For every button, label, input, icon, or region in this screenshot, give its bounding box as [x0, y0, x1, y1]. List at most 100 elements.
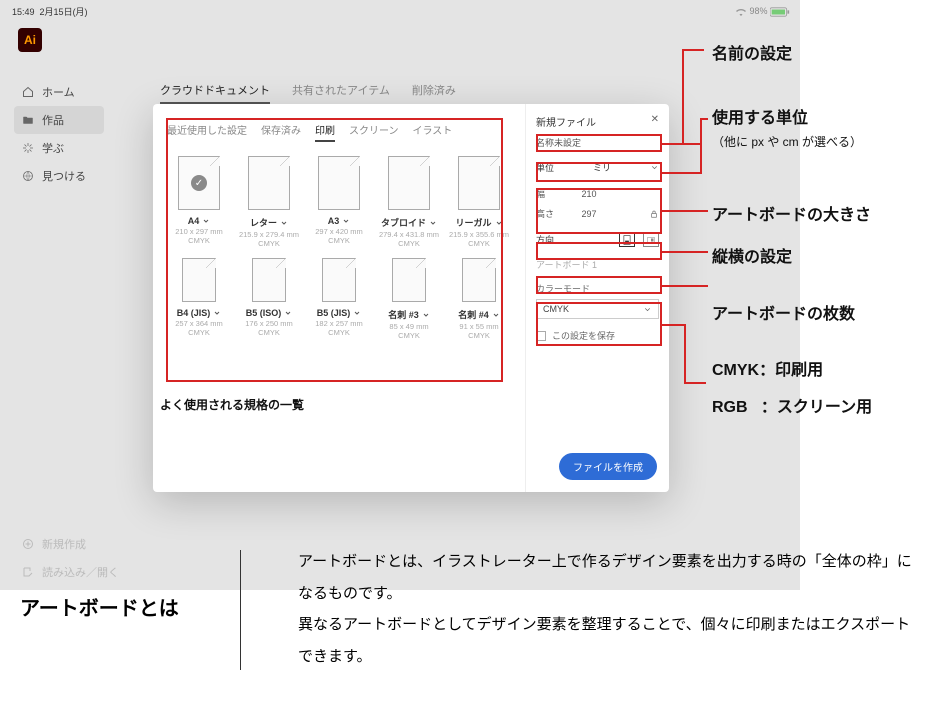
preset-name: レター [250, 216, 277, 229]
chevron-down-icon [353, 309, 361, 317]
height-field[interactable]: 高さ [536, 204, 659, 224]
anno-unit-sub: （他に px や cm が選べる） [712, 133, 862, 150]
orient-landscape-button[interactable] [643, 233, 659, 247]
preset-dim: 215.9 x 355.6 mm [447, 230, 511, 239]
chevron-down-icon [495, 219, 503, 227]
width-field[interactable]: 幅 [536, 184, 659, 204]
artboard-count-input[interactable] [536, 260, 659, 270]
lock-icon[interactable] [649, 209, 659, 219]
preset-thumb [252, 258, 286, 302]
close-icon[interactable]: ✕ [651, 114, 659, 129]
sidebar-item-open[interactable]: 読み込み／開く [14, 558, 127, 586]
preset-thumb [322, 258, 356, 302]
colormode-select[interactable]: CMYK [536, 299, 659, 319]
plus-circle-icon [22, 538, 34, 550]
sidebar-item-label: 読み込み／開く [42, 564, 119, 580]
preset-item[interactable]: リーガル215.9 x 355.6 mmCMYK [447, 156, 511, 248]
explain-divider [240, 550, 241, 670]
leader-cmode [662, 324, 686, 326]
orient-portrait-button[interactable] [619, 233, 635, 247]
sidebar-item-works[interactable]: 作品 [14, 106, 104, 134]
preset-tab-screen[interactable]: スクリーン [349, 122, 399, 142]
preset-item[interactable]: ✓A4210 x 297 mmCMYK [167, 156, 231, 248]
preset-item[interactable]: B4 (JIS)257 x 364 mmCMYK [167, 258, 231, 340]
preset-mode: CMYK [307, 236, 371, 245]
width-input[interactable] [564, 189, 614, 199]
tab-deleted[interactable]: 削除済み [412, 82, 456, 104]
preset-item[interactable]: A3297 x 420 mmCMYK [307, 156, 371, 248]
preset-item[interactable]: 名刺 #491 x 55 mmCMYK [447, 258, 511, 340]
caption-presets: よく使用される規格の一覧 [160, 396, 304, 413]
sidebar-item-label: 見つける [42, 168, 86, 184]
preset-mode: CMYK [167, 328, 231, 337]
preset-item[interactable]: 名刺 #385 x 49 mmCMYK [377, 258, 441, 340]
preset-name: B4 (JIS) [177, 308, 211, 318]
preset-dim: 257 x 364 mm [167, 319, 231, 328]
battery-icon [770, 7, 790, 17]
preset-thumb [462, 258, 496, 302]
height-label: 高さ [536, 207, 556, 220]
preset-mode: CMYK [167, 236, 231, 245]
chevron-down-icon [284, 309, 292, 317]
preset-thumb [248, 156, 290, 210]
preset-dim: 91 x 55 mm [447, 322, 511, 331]
unit-label: 単位 [536, 161, 554, 174]
anno-unit: 使用する単位 [712, 104, 808, 128]
sidebar-item-label: 学ぶ [42, 140, 64, 156]
orientation-field: 方向 [536, 230, 659, 250]
tab-cloud-docs[interactable]: クラウドドキュメント [160, 82, 270, 104]
height-input[interactable] [564, 209, 614, 219]
sidebar: ホーム 作品 学ぶ 見つける [14, 78, 104, 190]
sidebar-item-label: 新規作成 [42, 536, 86, 552]
sidebar-item-discover[interactable]: 見つける [14, 162, 104, 190]
preset-item[interactable]: B5 (ISO)176 x 250 mmCMYK [237, 258, 301, 340]
tab-shared[interactable]: 共有されたアイテム [292, 82, 390, 104]
check-icon: ✓ [191, 175, 207, 191]
sidebar-item-home[interactable]: ホーム [14, 78, 104, 106]
spark-icon [22, 142, 34, 154]
save-settings-checkbox[interactable]: この設定を保存 [536, 329, 659, 342]
battery-pct: 98% [749, 6, 767, 16]
preset-thumb [182, 258, 216, 302]
preset-dim: 297 x 420 mm [307, 227, 371, 236]
chevron-down-icon [429, 219, 437, 227]
sidebar-item-learn[interactable]: 学ぶ [14, 134, 104, 162]
leader-unit-h [700, 118, 708, 120]
checkbox-box[interactable] [536, 331, 546, 341]
anno-cmode2: RGB ：スクリーン用 [712, 393, 872, 417]
preset-name: A3 [328, 216, 340, 226]
home-tabs: クラウドドキュメント 共有されたアイテム 削除済み [160, 82, 456, 104]
leader-count [662, 285, 708, 287]
name-field[interactable] [536, 137, 659, 148]
preset-dim: 176 x 250 mm [237, 319, 301, 328]
preset-mode: CMYK [237, 239, 301, 248]
preset-dim: 210 x 297 mm [167, 227, 231, 236]
chevron-down-icon [280, 219, 288, 227]
preset-name: B5 (ISO) [246, 308, 282, 318]
name-input[interactable] [536, 137, 659, 147]
preset-item[interactable]: タブロイド279.4 x 431.8 mmCMYK [377, 156, 441, 248]
portrait-icon [623, 235, 631, 245]
colormode-value: CMYK [543, 304, 569, 314]
preset-tab-saved[interactable]: 保存済み [261, 122, 301, 142]
create-file-button[interactable]: ファイルを作成 [559, 453, 657, 480]
sidebar-item-label: 作品 [42, 112, 64, 128]
preset-item[interactable]: レター215.9 x 279.4 mmCMYK [237, 156, 301, 248]
sidebar-item-new[interactable]: 新規作成 [14, 530, 127, 558]
preset-mode: CMYK [237, 328, 301, 337]
sidebar-bottom: 新規作成 読み込み／開く [14, 530, 127, 586]
preset-item[interactable]: B5 (JIS)182 x 257 mmCMYK [307, 258, 371, 340]
unit-select[interactable]: 単位 ミリ [536, 158, 659, 178]
chevron-down-icon [422, 311, 430, 319]
presets-grid: ✓A4210 x 297 mmCMYKレター215.9 x 279.4 mmCM… [167, 156, 511, 340]
preset-tab-recent[interactable]: 最近使用した設定 [167, 122, 247, 142]
preset-tab-illust[interactable]: イラスト [413, 122, 453, 142]
preset-tab-print[interactable]: 印刷 [315, 122, 335, 142]
preset-name: タブロイド [381, 216, 426, 229]
artboard-count-field[interactable] [536, 260, 659, 271]
explain-body: アートボードとは、イラストレーター上で作るデザイン要素を出力する時の「全体の枠」… [298, 546, 918, 672]
preset-dim: 215.9 x 279.4 mm [237, 230, 301, 239]
anno-cmode1: CMYK：印刷用 [712, 356, 823, 380]
home-icon [22, 86, 34, 98]
anno-size: アートボードの大きさ [712, 201, 871, 225]
